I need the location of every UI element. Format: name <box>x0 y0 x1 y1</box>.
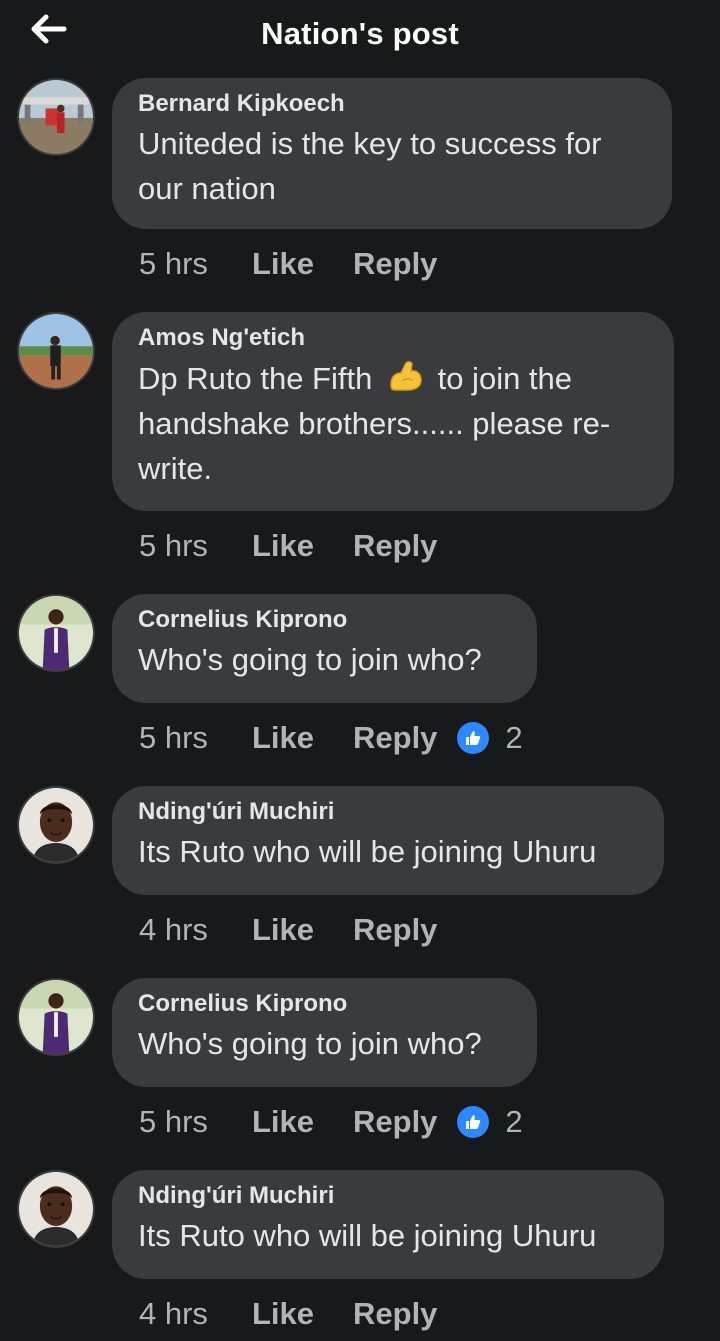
reply-button[interactable]: Reply <box>353 912 437 948</box>
reply-button[interactable]: Reply <box>353 1104 437 1140</box>
comment-author[interactable]: Nding'úri Muchiri <box>138 797 638 827</box>
comment-timestamp: 5 hrs <box>139 1104 208 1139</box>
comment-text: Who's going to join who? <box>138 642 482 677</box>
like-button[interactable]: Like <box>252 720 353 756</box>
reaction-summary[interactable]: 2 <box>457 1104 523 1140</box>
reaction-count: 2 <box>505 720 523 755</box>
comment-text: Its Ruto who will be joining Uhuru <box>138 1218 597 1253</box>
avatar[interactable] <box>17 1170 95 1248</box>
comment-text: Who's going to join who? <box>138 1026 482 1061</box>
reply-button[interactable]: Reply <box>353 246 437 282</box>
comment-bubble: Nding'úri Muchiri Its Ruto who will be j… <box>112 1170 664 1279</box>
comment-timestamp: 4 hrs <box>139 912 208 947</box>
comment-author[interactable]: Cornelius Kiprono <box>138 989 511 1019</box>
comment-bubble: Nding'úri Muchiri Its Ruto who will be j… <box>112 786 664 895</box>
reply-button[interactable]: Reply <box>353 1296 437 1332</box>
comment-timestamp: 5 hrs <box>139 246 208 281</box>
page-title: Nation's post <box>261 16 459 51</box>
comment-author[interactable]: Cornelius Kiprono <box>138 605 511 635</box>
comment-bubble: Cornelius Kiprono Who's going to join wh… <box>112 594 537 703</box>
comment-actions: 5 hrs Like Reply 2 <box>139 1102 523 1142</box>
reaction-count: 2 <box>505 1104 523 1139</box>
like-button[interactable]: Like <box>252 246 353 282</box>
like-button[interactable]: Like <box>252 912 353 948</box>
avatar[interactable] <box>17 786 95 864</box>
comment-timestamp: 5 hrs <box>139 528 208 563</box>
thumbs-up-icon <box>457 1106 490 1138</box>
comment-author[interactable]: Amos Ng'etich <box>138 323 648 353</box>
comment-text: Uniteded is the key to success for our n… <box>138 126 602 206</box>
reply-button[interactable]: Reply <box>353 528 437 564</box>
top-bar: Nation's post <box>0 0 720 70</box>
like-button[interactable]: Like <box>252 1104 353 1140</box>
avatar[interactable] <box>17 312 95 390</box>
avatar[interactable] <box>17 594 95 672</box>
thumbs-up-icon <box>457 722 490 754</box>
comment-bubble: Bernard Kipkoech Uniteded is the key to … <box>112 78 672 229</box>
reaction-summary[interactable]: 2 <box>457 720 523 756</box>
flexed-biceps-icon <box>385 355 425 395</box>
comment-text: Dp Ruto the Fifth to join the handshake … <box>138 355 648 491</box>
like-button[interactable]: Like <box>252 528 353 564</box>
comment-timestamp: 5 hrs <box>139 720 208 755</box>
avatar[interactable] <box>17 78 95 156</box>
comment-author[interactable]: Bernard Kipkoech <box>138 89 646 119</box>
comment-author[interactable]: Nding'úri Muchiri <box>138 1181 638 1211</box>
comment-bubble: Amos Ng'etich Dp Ruto the Fifth to join … <box>112 312 674 511</box>
comment-actions: 5 hrs Like Reply 2 <box>139 718 523 758</box>
avatar[interactable] <box>17 978 95 1056</box>
comment-actions: 5 hrs Like Reply <box>139 526 437 566</box>
comment-text: Its Ruto who will be joining Uhuru <box>138 834 597 869</box>
comment-timestamp: 4 hrs <box>139 1296 208 1331</box>
comment-actions: 4 hrs Like Reply <box>139 1294 437 1334</box>
comment-actions: 5 hrs Like Reply <box>139 244 437 284</box>
like-button[interactable]: Like <box>252 1296 353 1332</box>
comment-actions: 4 hrs Like Reply <box>139 910 437 950</box>
reply-button[interactable]: Reply <box>353 720 437 756</box>
comment-text-part: Dp Ruto the Fifth <box>138 361 373 396</box>
comment-bubble: Cornelius Kiprono Who's going to join wh… <box>112 978 537 1087</box>
